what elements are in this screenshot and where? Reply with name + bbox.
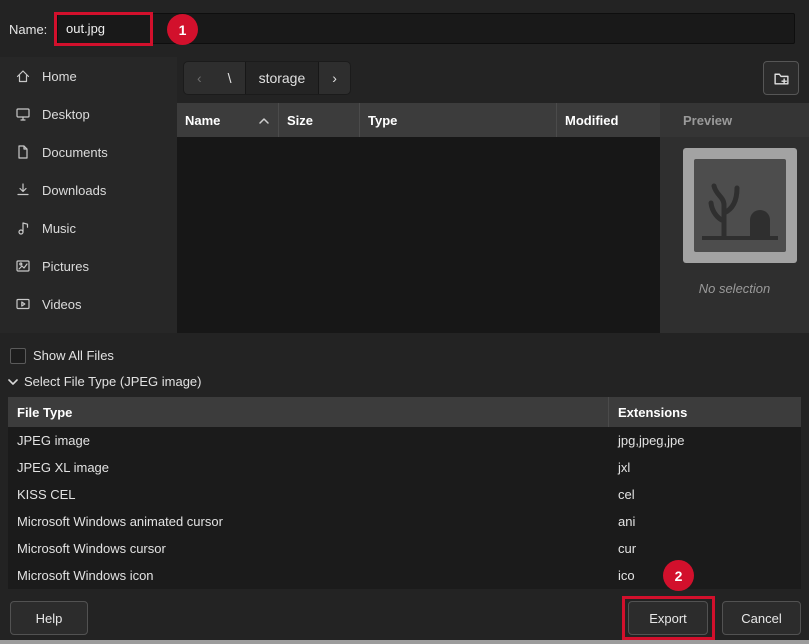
window-bottom-edge xyxy=(0,640,809,644)
column-header-file-type: File Type xyxy=(8,397,609,427)
chevron-down-icon xyxy=(7,377,19,387)
sidebar-item-music[interactable]: Music xyxy=(0,209,177,247)
sidebar-item-pictures[interactable]: Pictures xyxy=(0,247,177,285)
no-selection-text: No selection xyxy=(660,281,809,296)
export-button[interactable]: Export xyxy=(628,601,708,635)
sidebar-item-downloads[interactable]: Downloads xyxy=(0,171,177,209)
preview-header: Preview xyxy=(660,103,809,137)
add-folder-icon xyxy=(773,70,790,87)
sidebar-item-label: Music xyxy=(42,221,76,236)
column-header-size[interactable]: Size xyxy=(279,103,360,137)
sidebar-item-label: Pictures xyxy=(42,259,89,274)
sort-ascending-icon xyxy=(258,113,270,128)
sidebar-item-label: Documents xyxy=(42,145,108,160)
videos-icon xyxy=(15,296,31,312)
breadcrumb-current-folder[interactable]: storage xyxy=(245,62,320,94)
breadcrumb: ‹ \ storage › xyxy=(183,61,351,95)
table-row[interactable]: JPEG XL image jxl xyxy=(8,454,801,481)
column-header-extensions: Extensions xyxy=(609,397,801,427)
show-all-files-checkbox[interactable] xyxy=(10,348,26,364)
file-type-table-header: File Type Extensions xyxy=(8,397,801,427)
downloads-icon xyxy=(15,182,31,198)
back-button[interactable]: ‹ xyxy=(184,62,215,94)
breadcrumb-root[interactable]: \ xyxy=(215,62,245,94)
help-button[interactable]: Help xyxy=(10,601,88,635)
path-bar: ‹ \ storage › xyxy=(177,57,809,103)
name-label: Name: xyxy=(9,22,47,37)
preview-thumbnail xyxy=(683,148,797,263)
file-browser-list: Name Size Type Modified xyxy=(177,103,660,333)
sidebar-item-label: Videos xyxy=(42,297,82,312)
pictures-icon xyxy=(15,258,31,274)
cancel-button[interactable]: Cancel xyxy=(722,601,801,635)
column-header-modified[interactable]: Modified xyxy=(557,103,660,137)
sidebar-item-desktop[interactable]: Desktop xyxy=(0,95,177,133)
forward-button[interactable]: › xyxy=(319,62,350,94)
sidebar-item-label: Downloads xyxy=(42,183,106,198)
sidebar-item-videos[interactable]: Videos xyxy=(0,285,177,323)
home-icon xyxy=(15,68,31,84)
show-all-files-label: Show All Files xyxy=(33,348,114,363)
preview-panel: Preview No selection xyxy=(660,103,809,333)
create-folder-button[interactable] xyxy=(763,61,799,95)
table-row[interactable]: Microsoft Windows animated cursor ani xyxy=(8,508,801,535)
annotation-badge-1: 1 xyxy=(167,14,198,45)
documents-icon xyxy=(15,144,31,160)
table-row[interactable]: KISS CEL cel xyxy=(8,481,801,508)
sidebar-item-home[interactable]: Home xyxy=(0,57,177,95)
file-list-header: Name Size Type Modified xyxy=(177,103,660,137)
sidebar-item-label: Home xyxy=(42,69,77,84)
sidebar-item-documents[interactable]: Documents xyxy=(0,133,177,171)
column-header-name[interactable]: Name xyxy=(177,103,279,137)
music-icon xyxy=(15,220,31,236)
preview-placeholder-image xyxy=(694,159,786,252)
annotation-badge-2: 2 xyxy=(663,560,694,591)
places-sidebar: Home Desktop Documents Downloads Music P… xyxy=(0,57,177,333)
file-type-expander-label: Select File Type (JPEG image) xyxy=(24,374,202,389)
desktop-icon xyxy=(15,106,31,122)
file-type-expander[interactable]: Select File Type (JPEG image) xyxy=(7,374,202,389)
sidebar-item-label: Desktop xyxy=(42,107,90,122)
table-row[interactable]: Microsoft Windows cursor cur xyxy=(8,535,801,562)
table-row[interactable]: JPEG image jpg,jpeg,jpe xyxy=(8,427,801,454)
column-header-type[interactable]: Type xyxy=(360,103,557,137)
export-image-dialog: Name: 1 Home Desktop Documents Downloads… xyxy=(0,0,809,644)
